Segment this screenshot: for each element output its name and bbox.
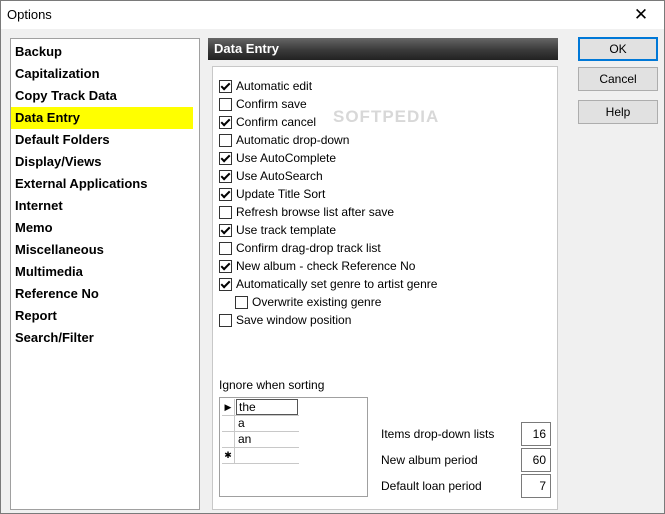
- cancel-button[interactable]: Cancel: [578, 67, 658, 91]
- checkbox[interactable]: [219, 205, 232, 219]
- options-window: Options ✕ Backup Capitalization Copy Track…: [0, 0, 665, 514]
- sidebar-item-search-filter[interactable]: Search/Filter: [11, 327, 199, 349]
- option-automatically-set-genre-to-artist-genre[interactable]: Automatically set genre to artist genre: [219, 275, 437, 293]
- checkbox-label: Confirm cancel: [236, 115, 317, 129]
- sidebar-item-internet[interactable]: Internet: [11, 195, 199, 217]
- checkbox-label: Use AutoComplete: [236, 151, 337, 165]
- settings-panel: Data Entry SOFTPEDIA Automatic edit Confi…: [208, 38, 558, 510]
- checkbox-label: Automatically set genre to artist genre: [236, 277, 438, 291]
- checkbox[interactable]: [219, 187, 232, 201]
- ignore-sorting-label: Ignore when sorting: [219, 378, 325, 392]
- sidebar-item-multimedia[interactable]: Multimedia: [11, 261, 199, 283]
- grid-cell[interactable]: [236, 447, 298, 463]
- grid-row[interactable]: a: [222, 415, 299, 432]
- checkbox-label: Use AutoSearch: [236, 169, 323, 183]
- number-setting: New album period 60: [381, 448, 551, 472]
- checkbox-label: Overwrite existing genre: [252, 295, 382, 309]
- category-list[interactable]: Backup Capitalization Copy Track Data Data …: [10, 38, 200, 510]
- new-row-icon: ✱: [222, 447, 235, 463]
- checkbox[interactable]: [219, 169, 232, 183]
- checkbox[interactable]: [219, 223, 232, 237]
- sidebar-item-reference-no[interactable]: Reference No: [11, 283, 199, 305]
- checkbox[interactable]: [219, 115, 232, 129]
- sidebar-item-report[interactable]: Report: [11, 305, 199, 327]
- option-overwrite-existing-genre[interactable]: Overwrite existing genre: [219, 293, 437, 311]
- grid-cell[interactable]: an: [236, 431, 298, 447]
- option-refresh-browse-list-after-save[interactable]: Refresh browse list after save: [219, 203, 437, 221]
- checkbox-label: Automatic drop-down: [236, 133, 350, 147]
- sidebar-item-copy-track-data[interactable]: Copy Track Data: [11, 85, 199, 107]
- option-use-autosearch[interactable]: Use AutoSearch: [219, 167, 437, 185]
- option-confirm-save[interactable]: Confirm save: [219, 95, 437, 113]
- checkbox-label: Refresh browse list after save: [236, 205, 395, 219]
- grid-cell[interactable]: the: [236, 399, 298, 415]
- panel-title: Data Entry: [208, 38, 558, 60]
- sidebar-item-capitalization[interactable]: Capitalization: [11, 63, 199, 85]
- checkbox[interactable]: [219, 79, 232, 93]
- current-row-icon: ▶: [222, 399, 235, 415]
- number-setting-label: New album period: [381, 453, 478, 467]
- sidebar-item-display-views[interactable]: Display/Views: [11, 151, 199, 173]
- sidebar-item-miscellaneous[interactable]: Miscellaneous: [11, 239, 199, 261]
- help-button[interactable]: Help: [578, 100, 658, 124]
- checkbox[interactable]: [235, 295, 248, 309]
- option-confirm-cancel[interactable]: Confirm cancel: [219, 113, 437, 131]
- option-new-album-check-reference-no[interactable]: New album - check Reference No: [219, 257, 437, 275]
- sidebar-item-backup[interactable]: Backup: [11, 41, 199, 63]
- option-automatic-drop-down[interactable]: Automatic drop-down: [219, 131, 437, 149]
- option-use-autocomplete[interactable]: Use AutoComplete: [219, 149, 437, 167]
- ignore-sorting-grid[interactable]: ▶ the a an ✱: [219, 397, 368, 497]
- checkbox[interactable]: [219, 241, 232, 255]
- number-input[interactable]: 7: [521, 474, 551, 498]
- title-bar: Options ✕: [1, 1, 664, 29]
- close-icon[interactable]: ✕: [618, 1, 664, 29]
- checkbox[interactable]: [219, 97, 232, 111]
- grid-row[interactable]: an: [222, 431, 299, 448]
- number-setting: Items drop-down lists 16: [381, 422, 551, 446]
- sidebar-item-default-folders[interactable]: Default Folders: [11, 129, 199, 151]
- checkbox-label: Save window position: [236, 313, 352, 327]
- sidebar-item-data-entry[interactable]: Data Entry: [11, 107, 193, 129]
- row-indicator: [222, 415, 235, 431]
- sidebar-item-memo[interactable]: Memo: [11, 217, 199, 239]
- number-setting: Default loan period 7: [381, 474, 551, 498]
- option-update-title-sort[interactable]: Update Title Sort: [219, 185, 437, 203]
- option-checkboxes: Automatic edit Confirm save Confirm cancel…: [219, 77, 437, 329]
- checkbox-label: Confirm save: [236, 97, 307, 111]
- grid-row[interactable]: ▶ the: [222, 399, 299, 416]
- number-input[interactable]: 60: [521, 448, 551, 472]
- checkbox[interactable]: [219, 133, 232, 147]
- grid-row[interactable]: ✱: [222, 447, 299, 464]
- checkbox-label: Update Title Sort: [236, 187, 326, 201]
- number-input[interactable]: 16: [521, 422, 551, 446]
- checkbox-label: Use track template: [236, 223, 337, 237]
- checkbox-label: Automatic edit: [236, 79, 313, 93]
- option-automatic-edit[interactable]: Automatic edit: [219, 77, 437, 95]
- checkbox[interactable]: [219, 259, 232, 273]
- checkbox-label: Confirm drag-drop track list: [236, 241, 381, 255]
- number-setting-label: Default loan period: [381, 479, 482, 493]
- sidebar-item-external-applications[interactable]: External Applications: [11, 173, 199, 195]
- panel-body: SOFTPEDIA Automatic edit Confirm save Conf…: [212, 66, 558, 510]
- grid-cell[interactable]: a: [236, 415, 298, 431]
- option-save-window-position[interactable]: Save window position: [219, 311, 437, 329]
- number-setting-label: Items drop-down lists: [381, 427, 495, 441]
- checkbox[interactable]: [219, 151, 232, 165]
- window-title: Options: [7, 7, 52, 22]
- checkbox[interactable]: [219, 313, 232, 327]
- checkbox-label: New album - check Reference No: [236, 259, 416, 273]
- option-confirm-drag-drop-track-list[interactable]: Confirm drag-drop track list: [219, 239, 437, 257]
- row-indicator: [222, 431, 235, 447]
- ok-button[interactable]: OK: [578, 37, 658, 61]
- option-use-track-template[interactable]: Use track template: [219, 221, 437, 239]
- checkbox[interactable]: [219, 277, 232, 291]
